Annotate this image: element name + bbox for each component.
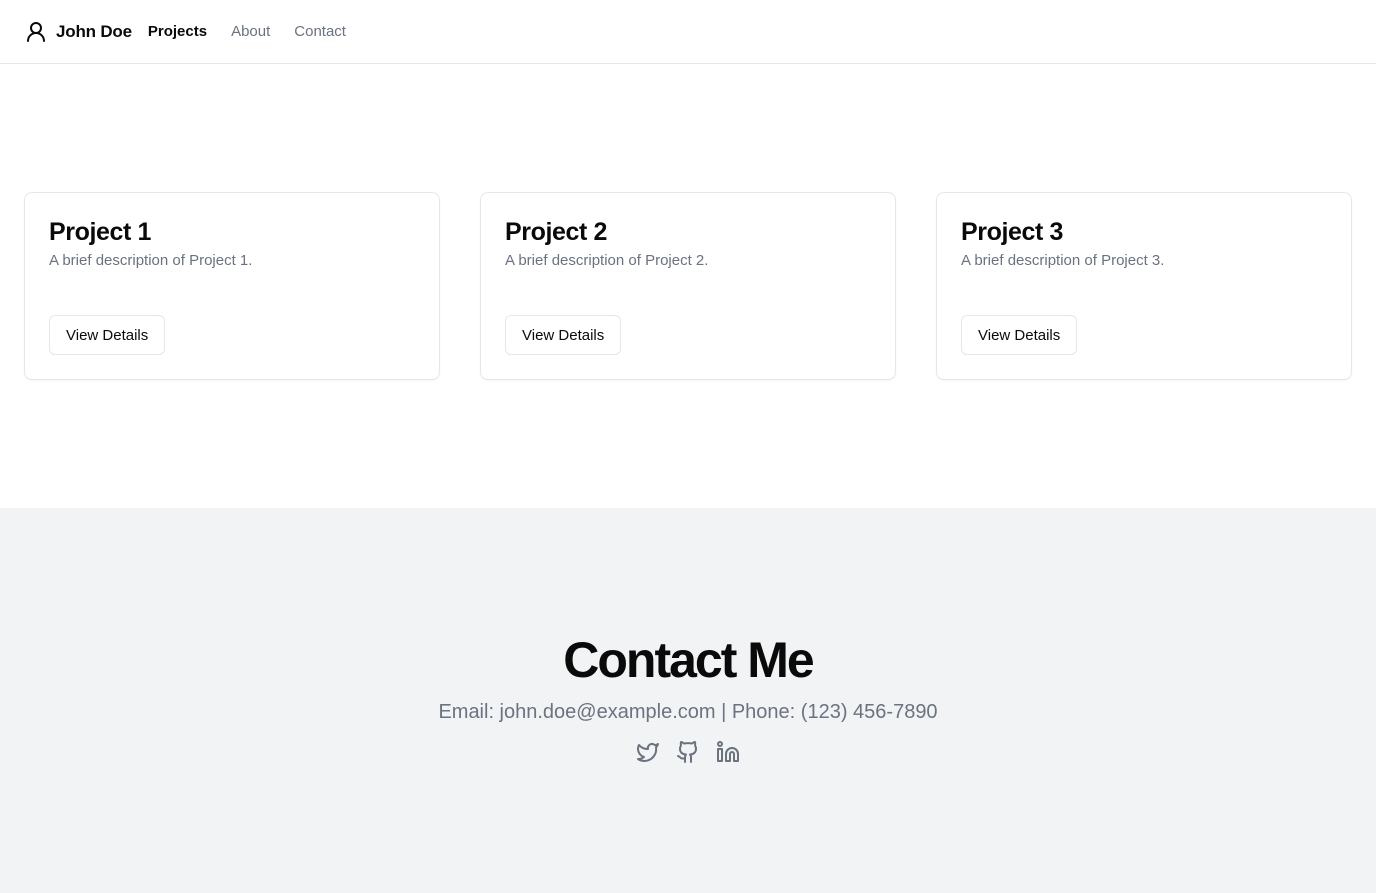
main-nav: Projects About Contact bbox=[148, 23, 346, 40]
nav-item-contact[interactable]: Contact bbox=[294, 23, 346, 40]
github-icon[interactable] bbox=[676, 740, 700, 764]
contact-info: Email: john.doe@example.com | Phone: (12… bbox=[438, 701, 938, 723]
project-description: A brief description of Project 3. bbox=[961, 252, 1165, 269]
project-title: Project 2 bbox=[505, 218, 608, 246]
site-header: John Doe Projects About Contact bbox=[0, 0, 1376, 64]
linkedin-icon[interactable] bbox=[716, 740, 740, 764]
contact-section: Contact Me Email: john.doe@example.com |… bbox=[0, 508, 1376, 893]
brand-name: John Doe bbox=[56, 21, 132, 41]
brand-link[interactable]: John Doe bbox=[24, 20, 132, 44]
project-title: Project 1 bbox=[49, 218, 152, 246]
projects-section: Project 1 A brief description of Project… bbox=[24, 192, 1352, 380]
project-card: Project 3 A brief description of Project… bbox=[936, 192, 1352, 380]
project-description: A brief description of Project 2. bbox=[505, 252, 709, 269]
project-card: Project 1 A brief description of Project… bbox=[24, 192, 440, 380]
project-description: A brief description of Project 1. bbox=[49, 252, 253, 269]
twitter-icon[interactable] bbox=[636, 740, 660, 764]
social-links bbox=[0, 740, 1376, 764]
project-card: Project 2 A brief description of Project… bbox=[480, 192, 896, 380]
contact-title: Contact Me bbox=[563, 632, 814, 688]
nav-item-projects[interactable]: Projects bbox=[148, 23, 207, 40]
view-details-button[interactable]: View Details bbox=[505, 315, 622, 355]
view-details-button[interactable]: View Details bbox=[49, 315, 166, 355]
nav-item-about[interactable]: About bbox=[231, 23, 270, 40]
user-icon bbox=[24, 20, 48, 44]
project-title: Project 3 bbox=[961, 218, 1064, 246]
view-details-button[interactable]: View Details bbox=[961, 315, 1078, 355]
